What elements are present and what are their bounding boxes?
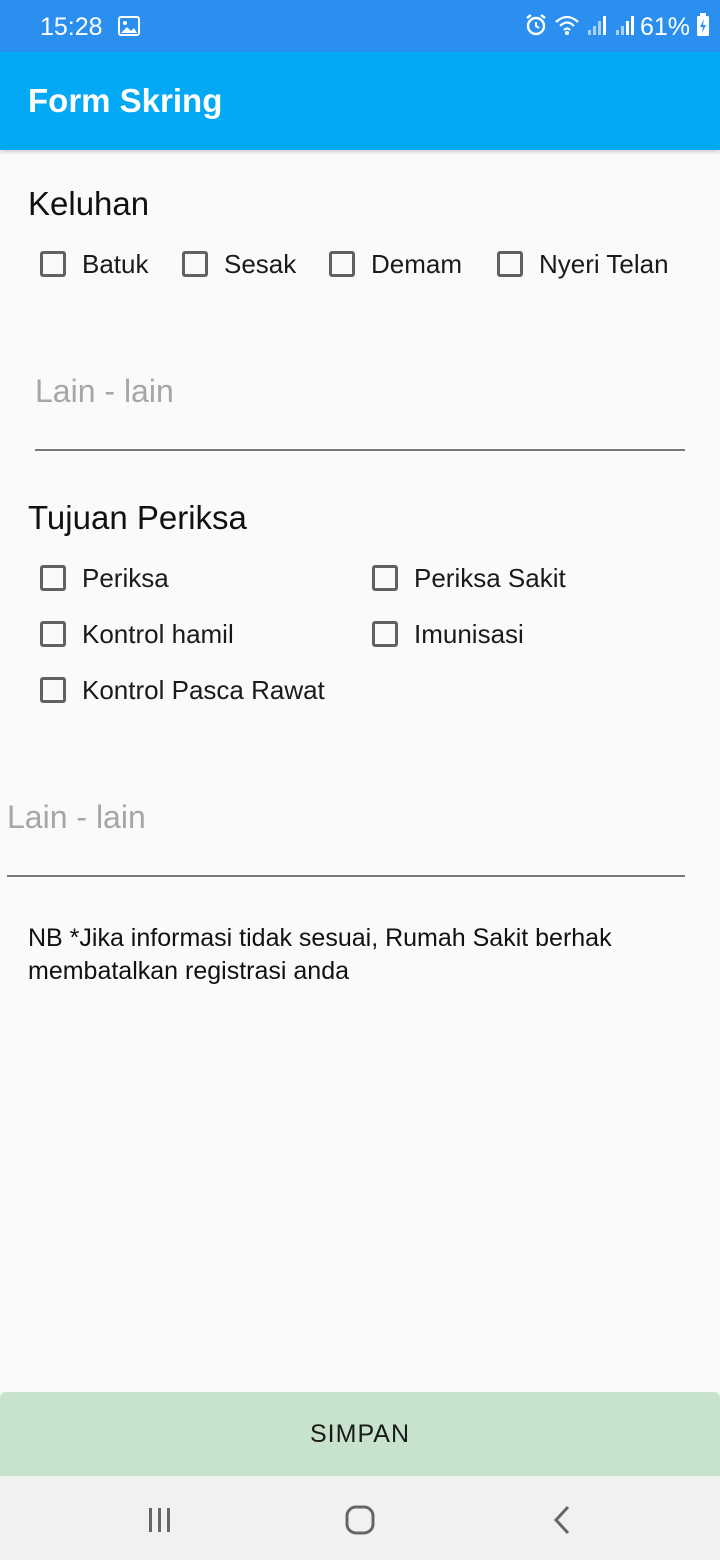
tujuan-other-input[interactable] xyxy=(7,788,685,877)
checkbox-box[interactable] xyxy=(40,251,66,277)
status-time: 15:28 xyxy=(40,13,103,41)
checkbox-box[interactable] xyxy=(372,565,398,591)
alarm-icon xyxy=(524,13,548,42)
checkbox-label: Kontrol Pasca Rawat xyxy=(82,674,325,705)
keluhan-title: Keluhan xyxy=(28,185,150,222)
battery-icon xyxy=(696,12,710,42)
checkbox-label: Periksa xyxy=(82,562,169,593)
page-title: Form Skring xyxy=(28,82,223,119)
checkbox-periksa-sakit[interactable]: Periksa Sakit xyxy=(372,558,566,598)
signal-icon xyxy=(614,14,636,41)
signal-icon xyxy=(586,14,608,41)
checkbox-label: Imunisasi xyxy=(414,618,524,649)
keluhan-other-input[interactable] xyxy=(35,362,685,451)
checkbox-label: Nyeri Telan xyxy=(539,248,669,279)
battery-percent: 61% xyxy=(639,12,690,41)
checkbox-kontrol-hamil[interactable]: Kontrol hamil xyxy=(40,614,234,654)
status-icons: 61% xyxy=(518,12,710,42)
gallery-icon xyxy=(118,16,140,41)
checkbox-box[interactable] xyxy=(40,565,66,591)
checkbox-imunisasi[interactable]: Imunisasi xyxy=(372,614,524,654)
wifi-icon xyxy=(554,14,580,41)
checkbox-label: Batuk xyxy=(82,248,149,279)
checkbox-label: Demam xyxy=(371,248,463,279)
checkbox-box[interactable] xyxy=(40,621,66,647)
home-icon[interactable] xyxy=(340,1500,380,1540)
navigation-bar xyxy=(0,1476,720,1560)
checkbox-demam[interactable]: Demam xyxy=(329,244,462,284)
checkbox-box[interactable] xyxy=(329,251,355,277)
checkbox-box[interactable] xyxy=(372,621,398,647)
checkbox-box[interactable] xyxy=(182,251,208,277)
checkbox-box[interactable] xyxy=(40,677,66,703)
checkbox-label: Kontrol hamil xyxy=(82,618,234,649)
checkbox-label: Periksa Sakit xyxy=(414,562,566,593)
recent-apps-icon[interactable] xyxy=(140,1500,180,1540)
disclaimer-note: NB *Jika informasi tidak sesuai, Rumah S… xyxy=(28,924,612,985)
back-icon[interactable] xyxy=(542,1500,582,1540)
status-bar: 15:28 61% xyxy=(0,0,720,52)
checkbox-box[interactable] xyxy=(497,251,523,277)
checkbox-label: Sesak xyxy=(224,248,297,279)
checkbox-kontrol-pasca-rawat[interactable]: Kontrol Pasca Rawat xyxy=(40,670,325,710)
checkbox-sesak[interactable]: Sesak xyxy=(182,244,296,284)
checkbox-periksa[interactable]: Periksa xyxy=(40,558,169,598)
checkbox-batuk[interactable]: Batuk xyxy=(40,244,149,284)
tujuan-title: Tujuan Periksa xyxy=(28,499,247,536)
app-bar: Form Skring xyxy=(0,52,720,150)
checkbox-nyeri-telan[interactable]: Nyeri Telan xyxy=(497,244,669,284)
save-button[interactable]: SIMPAN xyxy=(0,1392,720,1476)
